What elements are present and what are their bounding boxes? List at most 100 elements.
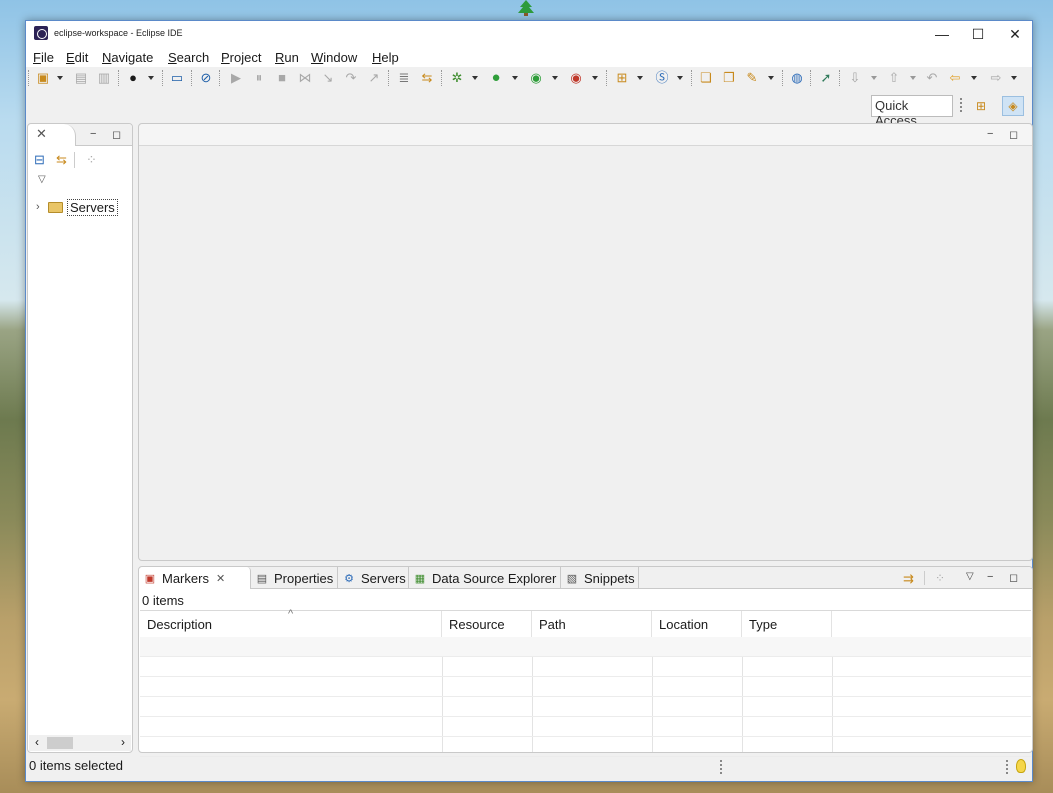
tab-data-source-explorer[interactable]: ▦ Data Source Explorer	[409, 567, 561, 589]
new-dropdown-icon[interactable]	[57, 76, 63, 80]
next-annotation-dropdown-icon[interactable]	[871, 76, 877, 80]
run-icon[interactable]: ●	[488, 70, 504, 86]
maximize-window-button[interactable]: ☐	[959, 21, 997, 47]
search-icon[interactable]: ✎	[744, 70, 760, 86]
scroll-right-icon[interactable]: ›	[121, 735, 125, 749]
horizontal-scrollbar[interactable]: ‹ ›	[29, 735, 131, 751]
open-type-icon[interactable]: ❏	[698, 70, 714, 86]
debug-icon[interactable]: ✲	[449, 70, 465, 86]
focus-on-workbench-icon[interactable]: ⇉	[903, 571, 914, 587]
toolbar-separator	[839, 70, 840, 86]
tab-properties[interactable]: ▤ Properties	[251, 567, 338, 589]
user-icon[interactable]: ●	[125, 70, 141, 86]
tab-close-icon[interactable]: ✕	[216, 572, 225, 585]
collapse-all-icon[interactable]: ⊟	[34, 152, 45, 168]
step-return-icon[interactable]: ↗	[366, 70, 382, 86]
tab-close-icon[interactable]: ✕	[36, 126, 47, 142]
tab-markers[interactable]: ▣ Markers ✕	[139, 567, 251, 589]
minimize-view-icon[interactable]: −	[90, 128, 96, 140]
new-web-project-icon[interactable]: ⊞	[614, 70, 630, 86]
last-edit-location-icon[interactable]: ↶	[924, 70, 940, 86]
java-ee-perspective-icon[interactable]: ◈	[1002, 96, 1024, 116]
menu-run[interactable]: Run	[275, 50, 299, 65]
suspend-icon[interactable]: ⏸	[251, 70, 267, 86]
previous-annotation-icon[interactable]: ⇧	[886, 70, 902, 86]
toolbar-grip	[960, 98, 962, 112]
word-wrap-icon[interactable]: ≣	[396, 70, 412, 86]
bottom-views-panel: ▣ Markers ✕ ▤ Properties ⚙ Servers ▦ Dat…	[138, 566, 1033, 757]
menu-file[interactable]: File	[33, 50, 54, 65]
run-server-icon[interactable]: ◉	[528, 70, 544, 86]
minimize-editor-icon[interactable]: −	[987, 128, 993, 140]
menu-navigate[interactable]: Navigate	[102, 50, 153, 65]
open-perspective-icon[interactable]: ⊞	[970, 96, 992, 116]
debug-dropdown-icon[interactable]	[472, 76, 478, 80]
previous-annotation-dropdown-icon[interactable]	[910, 76, 916, 80]
menu-project[interactable]: Project	[221, 50, 261, 65]
filters-icon[interactable]: ⁘	[86, 152, 97, 168]
expand-chevron-icon[interactable]: ›	[36, 201, 48, 213]
column-header-resource[interactable]: Resource	[442, 611, 532, 637]
launch-icon[interactable]: ➚	[818, 70, 834, 86]
tab-snippets[interactable]: ▧ Snippets	[561, 567, 639, 589]
minimize-window-button[interactable]: —	[923, 21, 961, 47]
column-header-location[interactable]: Location	[652, 611, 742, 637]
user-dropdown-icon[interactable]	[148, 76, 154, 80]
tree-item-servers[interactable]: › Servers	[36, 198, 118, 216]
view-menu-icon[interactable]: ▽	[38, 174, 46, 185]
new-class-dropdown-icon[interactable]	[677, 76, 683, 80]
menu-edit[interactable]: Edit	[66, 50, 88, 65]
scrollbar-thumb[interactable]	[47, 737, 73, 749]
open-resource-icon[interactable]: ❐	[721, 70, 737, 86]
resume-icon[interactable]: ▶	[228, 70, 244, 86]
menu-search[interactable]: Search	[168, 50, 209, 65]
run-dropdown-icon[interactable]	[512, 76, 518, 80]
markers-item-count: 0 items	[142, 593, 184, 608]
run-server-dropdown-icon[interactable]	[552, 76, 558, 80]
terminal-icon[interactable]: ▭	[169, 70, 185, 86]
scroll-left-icon[interactable]: ‹	[35, 735, 39, 749]
quick-access-input[interactable]: Quick Access	[871, 95, 953, 128]
toggle-mark-occurrences-icon[interactable]: ⇆	[419, 70, 435, 86]
close-window-button[interactable]: ✕	[996, 21, 1034, 47]
tip-lightbulb-icon[interactable]	[1016, 759, 1026, 773]
minimize-view-icon[interactable]: −	[987, 571, 993, 583]
column-header-type[interactable]: Type	[742, 611, 832, 637]
tab-servers[interactable]: ⚙ Servers	[338, 567, 409, 589]
forward-icon[interactable]: ⇨	[988, 70, 1004, 86]
open-browser-icon[interactable]: ◍	[789, 70, 805, 86]
save-all-icon[interactable]: ▥	[96, 70, 112, 86]
maximize-view-icon[interactable]: ◻	[112, 128, 121, 141]
new-class-icon[interactable]: Ⓢ	[654, 70, 670, 86]
step-over-icon[interactable]: ↷	[343, 70, 359, 86]
maximize-view-icon[interactable]: ◻	[1009, 571, 1018, 584]
filters-icon[interactable]: ⁘	[935, 571, 945, 585]
column-label: Description	[147, 617, 213, 632]
step-into-icon[interactable]: ↘	[320, 70, 336, 86]
back-dropdown-icon[interactable]	[971, 76, 977, 80]
tools-separator	[74, 152, 75, 168]
column-header-path[interactable]: Path	[532, 611, 652, 637]
terminate-icon[interactable]: ■	[274, 70, 290, 86]
menu-help[interactable]: Help	[372, 50, 399, 65]
snippets-icon: ▧	[566, 572, 578, 585]
new-icon[interactable]: ▣	[35, 70, 51, 86]
external-tools-icon[interactable]: ◉	[568, 70, 584, 86]
tabbar-separator	[924, 571, 925, 585]
new-web-project-dropdown-icon[interactable]	[637, 76, 643, 80]
disconnect-icon[interactable]: ⋈	[297, 70, 313, 86]
search-dropdown-icon[interactable]	[768, 76, 774, 80]
project-explorer-tab[interactable]: ✕	[28, 124, 76, 146]
data-source-icon: ▦	[414, 572, 426, 585]
save-icon[interactable]: ▤	[73, 70, 89, 86]
skip-breakpoints-icon[interactable]: ⊘	[198, 70, 214, 86]
external-tools-dropdown-icon[interactable]	[592, 76, 598, 80]
view-menu-icon[interactable]: ▽	[966, 571, 974, 582]
maximize-editor-icon[interactable]: ◻	[1009, 128, 1018, 141]
menu-window[interactable]: Window	[311, 50, 357, 65]
column-header-description[interactable]: Description ^	[140, 608, 442, 637]
next-annotation-icon[interactable]: ⇩	[847, 70, 863, 86]
forward-dropdown-icon[interactable]	[1011, 76, 1017, 80]
back-icon[interactable]: ⇦	[947, 70, 963, 86]
link-with-editor-icon[interactable]: ⇆	[56, 152, 67, 168]
